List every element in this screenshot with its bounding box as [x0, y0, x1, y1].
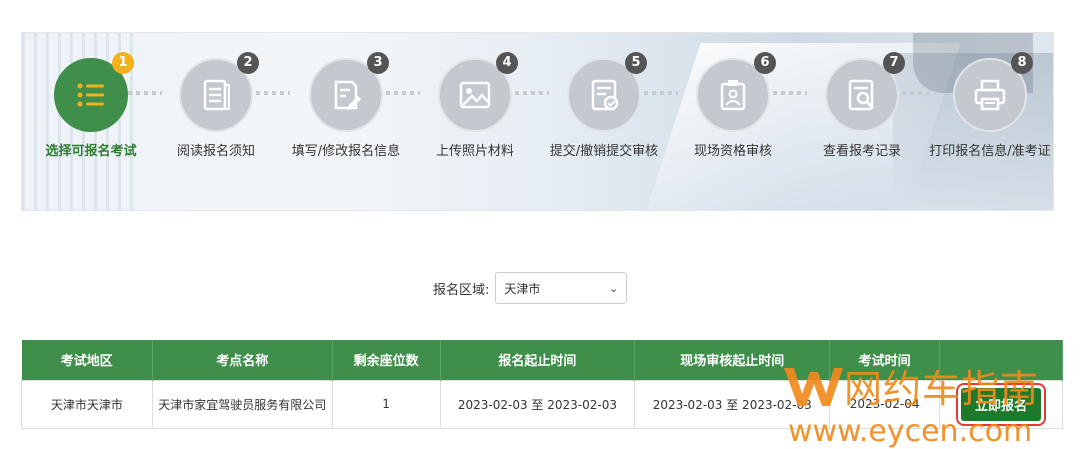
- cell-site: 天津市家宜驾驶员服务有限公司: [151, 379, 333, 429]
- step-number-badge: 3: [367, 52, 389, 74]
- step-label: 选择可报名考试: [45, 144, 137, 159]
- edit-document-icon: [334, 80, 361, 110]
- step-number-badge: 1: [112, 52, 134, 74]
- check-document-icon: [591, 79, 619, 111]
- step-number-badge: 6: [754, 52, 776, 74]
- list-icon: [77, 83, 104, 107]
- cell-signup-period: 2023-02-03 至 2023-02-03: [439, 379, 636, 429]
- step-circle: 7: [825, 52, 905, 132]
- chevron-down-icon: ⌄: [609, 281, 619, 295]
- document-icon: [203, 79, 230, 111]
- step-circle: 4: [438, 52, 518, 132]
- column-header: 剩余座位数: [332, 340, 441, 380]
- region-filter: 报名区域: 天津市 ⌄: [433, 272, 628, 304]
- step-number-badge: 7: [883, 52, 905, 74]
- step-view-records[interactable]: 7 查看报考记录: [792, 52, 932, 159]
- step-circle: 2: [179, 52, 259, 132]
- region-label: 报名区域:: [433, 282, 490, 298]
- step-circle: 6: [696, 52, 776, 132]
- watermark-url: www.eycen.com: [788, 414, 1033, 449]
- watermark-logo-icon: [784, 368, 843, 406]
- printer-icon: [974, 79, 1006, 111]
- step-onsite-review[interactable]: 6 现场资格审核: [663, 52, 803, 159]
- step-number-badge: 8: [1011, 52, 1033, 74]
- progress-banner: 1 选择可报名考试 2 阅读报名须知 3 填写/修改报名信息 4 上传照片材料 …: [21, 32, 1054, 211]
- step-label: 填写/修改报名信息: [291, 144, 401, 159]
- step-circle: 5: [567, 52, 647, 132]
- step-label: 查看报考记录: [822, 144, 901, 159]
- step-upload-photo[interactable]: 4 上传照片材料: [405, 52, 545, 159]
- step-circle: 1: [54, 52, 134, 132]
- column-header: 考试地区: [21, 340, 153, 380]
- step-number-badge: 5: [625, 52, 647, 74]
- step-label: 上传照片材料: [435, 144, 514, 159]
- search-document-icon: [848, 79, 875, 111]
- step-label: 阅读报名须知: [176, 144, 255, 159]
- step-submit-review[interactable]: 5 提交/撤销提交审核: [534, 52, 674, 159]
- watermark: 网约车指南 www.eycen.com: [780, 362, 1080, 449]
- step-fill-info[interactable]: 3 填写/修改报名信息: [276, 52, 416, 159]
- step-label: 现场资格审核: [693, 144, 772, 159]
- column-header: 考点名称: [152, 340, 333, 380]
- cell-seats: 1: [331, 379, 441, 429]
- step-print[interactable]: 8 打印报名信息/准考证: [920, 52, 1053, 159]
- step-circle: 3: [309, 52, 389, 132]
- region-select[interactable]: 天津市 ⌄: [495, 272, 628, 304]
- page: 1 选择可报名考试 2 阅读报名须知 3 填写/修改报名信息 4 上传照片材料 …: [0, 0, 1080, 449]
- step-number-badge: 2: [237, 52, 259, 74]
- image-icon: [459, 81, 491, 109]
- step-read-notice[interactable]: 2 阅读报名须知: [146, 52, 286, 159]
- watermark-brand: 网约车指南: [844, 367, 1040, 411]
- step-label: 打印报名信息/准考证: [929, 144, 1051, 159]
- step-label: 提交/撤销提交审核: [549, 144, 659, 159]
- step-number-badge: 4: [496, 52, 518, 74]
- step-circle: 8: [953, 52, 1033, 132]
- cell-area: 天津市天津市: [21, 379, 153, 429]
- badge-clipboard-icon: [720, 80, 746, 111]
- step-list: 1 选择可报名考试 2 阅读报名须知 3 填写/修改报名信息 4 上传照片材料 …: [22, 33, 1053, 210]
- step-select-exam[interactable]: 1 选择可报名考试: [22, 52, 161, 159]
- column-header: 报名起止时间: [440, 340, 636, 380]
- region-selected-value: 天津市: [504, 281, 541, 296]
